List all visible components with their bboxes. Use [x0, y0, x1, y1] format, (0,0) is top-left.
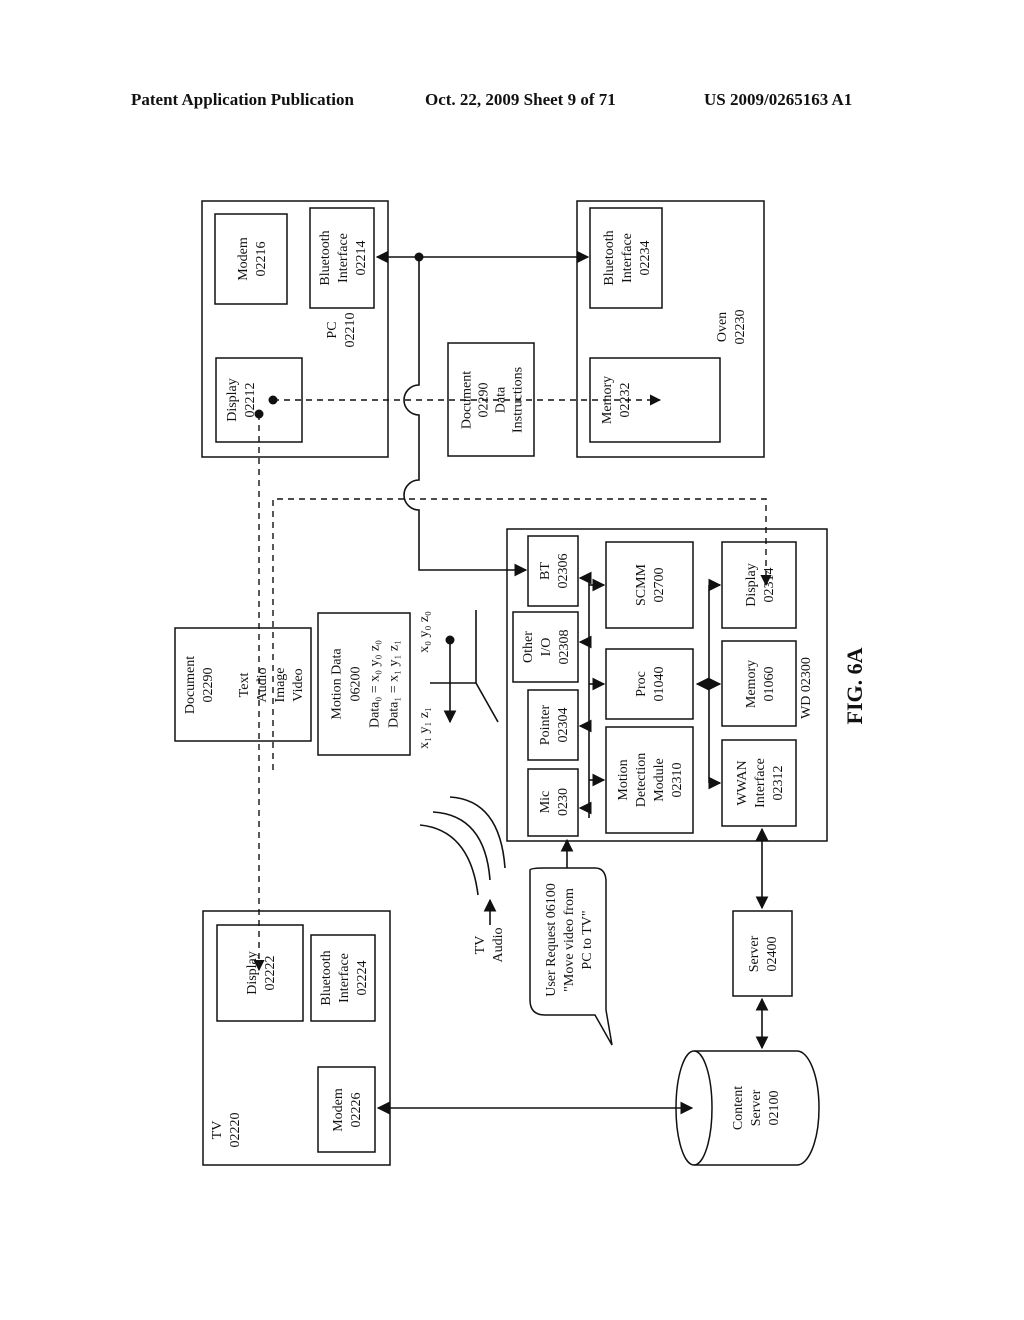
- axis-end-label: x₁ y₁ z₁: [417, 707, 432, 749]
- content-server-cylinder: [675, 1050, 820, 1166]
- tv-audio-label: TV Audio: [473, 928, 506, 963]
- wd-title: WD 02300: [799, 657, 814, 719]
- content-server-label: Content Server 02100: [731, 1086, 782, 1130]
- wd-display-box: [721, 541, 797, 629]
- wd-memory-box: [721, 640, 797, 727]
- axis-start-label: x₀ y₀ z₀: [417, 611, 432, 653]
- wd-wwan-label: WWAN Interface 02312: [735, 758, 786, 808]
- pc-modem-box: [214, 213, 288, 305]
- diagram: PC 02210Modem 02216 Bluetooth Interface 02214…: [174, 200, 867, 1166]
- figure-label: FIG. 6A: [842, 647, 867, 724]
- wd-scmm-box: [605, 541, 694, 629]
- tv-display-box: [216, 924, 304, 1022]
- wd-proc-box: [605, 648, 694, 720]
- server-box: [732, 910, 793, 997]
- tv-modem-box: [317, 1066, 376, 1153]
- motion-axes-icon: [430, 610, 499, 724]
- sound-waves-icon: [419, 796, 506, 896]
